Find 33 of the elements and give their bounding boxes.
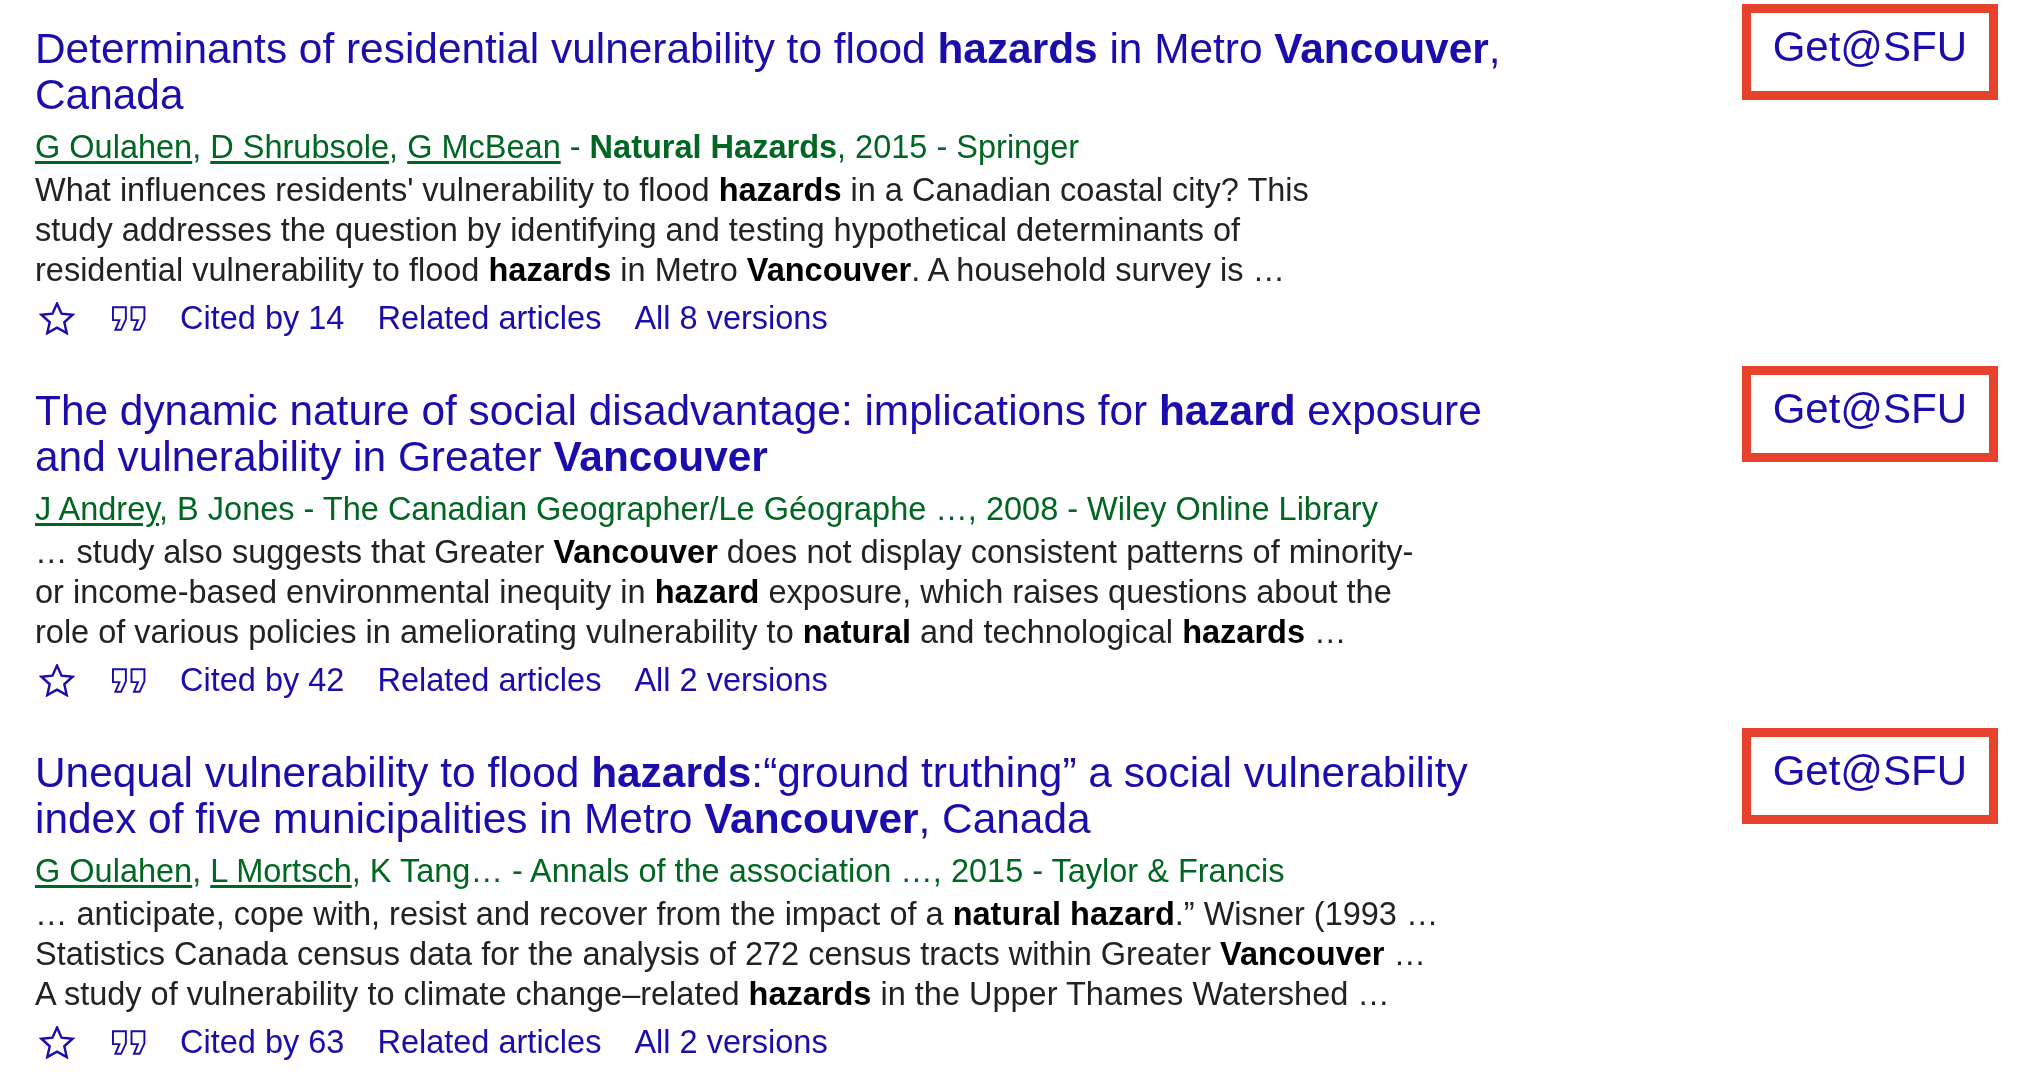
star-icon[interactable] <box>39 301 75 335</box>
result-title[interactable]: Unequal vulnerability to flood hazards:“ground truthing” a social vulnerability index of five municipalities in Metro Vancouver, Canada <box>35 750 1535 842</box>
quote-icon[interactable] <box>112 667 147 693</box>
result-link[interactable]: Cited by 14 <box>180 298 345 338</box>
star-icon[interactable] <box>39 1025 75 1059</box>
result-link[interactable]: All 8 versions <box>634 298 828 338</box>
publication-info: G Oulahen, D Shrubsole, G McBean - Natural Hazards, 2015 - Springer <box>35 128 1081 167</box>
library-link[interactable]: Get@SFU <box>1741 4 1998 100</box>
library-link[interactable]: Get@SFU <box>1741 728 1998 824</box>
result-snippet: … study also suggests that Greater Vancouver does not display consistent patterns of minority- or income-based environmental inequity in hazard exposure, which raises questions about the role of various policies in ameliorating vulnerability to natural and technological hazards … <box>35 533 1415 652</box>
result-link[interactable]: Cited by 42 <box>180 660 345 700</box>
result-title[interactable]: Determinants of residential vulnerability to flood hazards in Metro Vancouver, Canada <box>35 26 1535 118</box>
result-snippet: … anticipate, cope with, resist and recover from the impact of a natural hazard.” Wisner (1993 … Statistics Canada census data for the analysis of 272 census tracts within Greater Vancouver … A study of vulnerability to climate change–related hazards in the Upper Thames Watershed … <box>35 895 1440 1014</box>
publication-info: G Oulahen, L Mortsch, K Tang… - Annals of the association …, 2015 - Taylor & Francis <box>35 852 1286 891</box>
star-icon[interactable] <box>39 663 75 697</box>
result-link[interactable]: Related articles <box>377 1022 602 1062</box>
result-link[interactable]: Related articles <box>377 298 602 338</box>
library-link[interactable]: Get@SFU <box>1741 366 1998 462</box>
result-link[interactable]: Cited by 63 <box>180 1022 345 1062</box>
author-link[interactable]: G McBean <box>407 129 561 165</box>
author-link[interactable]: D Shrubsole <box>210 129 390 165</box>
publication-info: J Andrey, B Jones - The Canadian Geographer/Le Géographe …, 2008 - Wiley Online Library <box>35 490 1379 529</box>
author-link[interactable]: G Oulahen <box>35 129 193 165</box>
result-snippet: What influences residents' vulnerability to flood hazards in a Canadian coastal city? This study addresses the question by identifying and testing hypothetical determinants of residential vulnerability to flood hazards in Metro Vancouver. A household survey is … <box>35 171 1310 290</box>
author-link[interactable]: G Oulahen <box>35 853 193 889</box>
quote-icon[interactable] <box>112 305 147 331</box>
quote-icon[interactable] <box>112 1029 147 1055</box>
result-link[interactable]: All 2 versions <box>634 1022 828 1062</box>
author-link[interactable]: L Mortsch <box>210 853 352 889</box>
result-link[interactable]: Related articles <box>377 660 602 700</box>
result-link[interactable]: All 2 versions <box>634 660 828 700</box>
author-link[interactable]: J Andrey <box>35 491 160 527</box>
result-title[interactable]: The dynamic nature of social disadvantage: implications for hazard exposure and vulnerability in Greater Vancouver <box>35 388 1535 480</box>
